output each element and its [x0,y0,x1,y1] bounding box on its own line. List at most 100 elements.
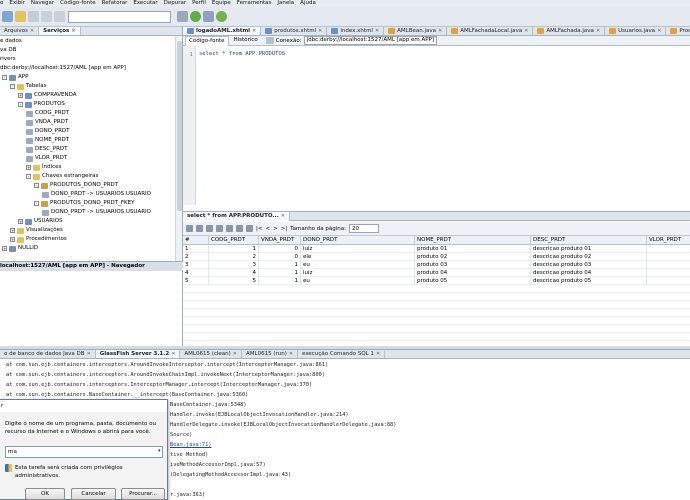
table-cell[interactable]: 1 [259,269,301,277]
cancel-button[interactable]: Cancelar [71,488,116,500]
tab-history[interactable]: Histórico [231,36,261,45]
tree-node[interactable]: VNDA_PRDT [26,118,68,127]
close-icon[interactable]: ✕ [524,27,528,35]
table-cell[interactable]: eu [301,261,415,269]
tree-node[interactable]: VLOR_PRDT [26,154,67,163]
first-page-icon[interactable]: |< [256,226,262,232]
delete-record-icon[interactable] [196,225,203,232]
output-tab[interactable]: o de banco de dados Java DB ✕ [0,350,96,358]
scrollbar-thumb[interactable] [177,41,182,211]
save-all-icon[interactable] [28,11,39,22]
output-tab[interactable]: AML0615 (run) ✕ [242,350,299,358]
table-cell[interactable]: descricao produto 02 [531,253,647,261]
connection-select[interactable]: jdbc:derby://localhost:1527/AML [app em … [303,36,437,45]
editor-tab[interactable]: Usuarios.java ✕ [605,27,667,35]
close-icon[interactable]: ✕ [30,27,34,35]
tree-node[interactable]: DONO_PRDT -> USUARIOS.USUARIO [42,208,151,217]
collapse-icon[interactable]: - [2,75,7,80]
clean-build-icon[interactable] [177,11,188,22]
tree-node[interactable]: va DB [0,46,16,55]
collapse-icon[interactable]: - [10,84,15,89]
table-cell[interactable]: produto 01 [415,245,531,253]
new-project-icon[interactable] [2,11,13,22]
editor-tab[interactable]: logadoAML.xhtml ✕ [183,27,262,35]
output-tab[interactable]: AML0615 (clean) ✕ [180,350,242,358]
table-cell[interactable]: 4 [209,269,259,277]
tree-node[interactable]: - APP [2,73,28,82]
close-icon[interactable]: ✕ [71,27,75,35]
tree-node[interactable]: dbc:derby://localhost:1527/AML [app em A… [0,64,126,73]
menu-item[interactable]: Exibir [9,0,25,7]
table-cell[interactable]: eu [301,277,415,285]
menu-item[interactable]: Refatorar [102,0,128,7]
export-icon[interactable] [246,225,253,232]
ok-button[interactable]: OK [25,488,65,500]
menu-item[interactable]: Navegar [31,0,54,7]
tree-node[interactable]: e dados [0,37,22,46]
editor-tab[interactable]: Produtos.java✕ [666,27,690,35]
menu-item[interactable]: Ajuda [300,0,316,7]
table-cell[interactable]: 5 [209,277,259,285]
menu-item[interactable]: o [0,0,3,7]
tree-node[interactable]: rivers [0,55,16,64]
menu-item[interactable]: Ferramentas [237,0,272,7]
tab-services[interactable]: Serviços ✕ [39,27,81,35]
run-sql-icon[interactable] [265,37,274,44]
truncate-table-icon[interactable] [226,225,233,232]
close-icon[interactable]: ✕ [252,27,256,35]
run-command-input[interactable]: ma [5,446,163,458]
tree-node[interactable]: + USUARIOS [18,217,63,226]
table-cell[interactable]: 1 [259,277,301,285]
tree-node[interactable]: DONO_PRDT [26,127,70,136]
close-icon[interactable]: ✕ [233,350,237,358]
collapse-icon[interactable]: - [34,183,39,188]
close-icon[interactable]: ✕ [87,350,91,358]
undo-icon[interactable] [41,11,52,22]
collapse-icon[interactable]: - [34,201,39,206]
table-cell[interactable]: luiz [301,269,415,277]
expand-icon[interactable]: + [18,219,23,224]
tree-node[interactable]: - PRODUTOS_DONO_PRDT [34,181,118,190]
stacktrace-link[interactable]: Bean.java:71) [170,440,211,450]
menu-item[interactable]: Equipe [212,0,231,7]
close-icon[interactable]: ✕ [318,27,322,35]
output-tab[interactable]: GlassFish Server 3.1.2 ✕ [95,350,181,358]
table-cell[interactable]: 0 [259,245,301,253]
table-cell[interactable]: descricao produto 04 [531,269,647,277]
next-page-icon[interactable]: > [273,226,278,232]
tree-node[interactable]: + Índices [26,163,61,172]
tree-node[interactable]: DESC_PRDT [26,145,68,154]
table-cell[interactable]: 2 [209,253,259,261]
menu-item[interactable]: Executar [133,0,157,7]
expand-icon[interactable]: + [26,165,31,170]
table-cell[interactable]: 5 [647,277,690,285]
menu-item[interactable]: Janela [277,0,294,7]
tab-files[interactable]: Arquivos ✕ [0,27,40,35]
table-cell[interactable]: ele [301,253,415,261]
table-cell[interactable]: 3 [209,261,259,269]
column-header[interactable]: DESC_PRDT [531,236,647,245]
table-cell[interactable]: descricao produto 03 [531,261,647,269]
collapse-icon[interactable]: - [26,174,31,179]
tree-node[interactable]: NOME_PRDT [26,136,69,145]
collapse-icon[interactable]: - [18,102,23,107]
table-cell[interactable]: 3 [647,261,690,269]
table-cell[interactable]: 2 [647,253,690,261]
tree-node[interactable]: - Chaves estrangeiras [26,172,98,181]
menu-item[interactable]: Perfil [192,0,206,7]
prev-page-icon[interactable]: < [265,226,270,232]
close-icon[interactable]: ✕ [281,212,285,221]
run-icon[interactable] [190,11,201,22]
close-icon[interactable]: ✕ [171,350,175,358]
expand-icon[interactable]: + [2,246,7,251]
menu-item[interactable]: Código-fonte [60,0,96,7]
editor-tab[interactable]: AMLFachada.java ✕ [533,27,606,35]
sql-query[interactable]: select * from APP.PRODUTOS [199,51,285,57]
table-cell[interactable]: produto 03 [415,261,531,269]
tree-node[interactable]: CODG_PRDT [26,109,69,118]
expand-icon[interactable]: + [10,228,15,233]
close-icon[interactable]: ✕ [289,350,293,358]
editor-tab[interactable]: AMLFachadaLocal.java ✕ [447,27,534,35]
configuration-select[interactable] [68,11,171,23]
tab-source[interactable]: Código-fonte [185,35,229,46]
